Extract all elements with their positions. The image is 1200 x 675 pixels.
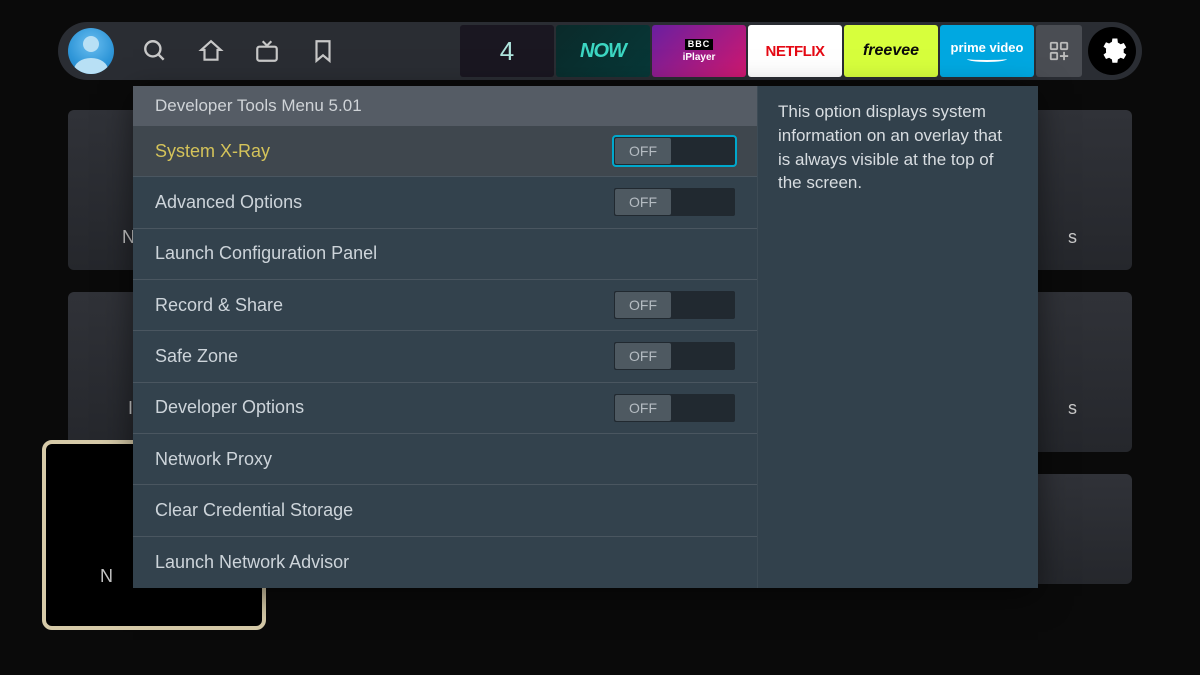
- developer-tools-panel: Developer Tools Menu 5.01 System X-Ray O…: [133, 86, 1038, 588]
- menu-item-advanced-options[interactable]: Advanced Options OFF: [133, 177, 757, 228]
- bg-text: N: [100, 566, 113, 587]
- bg-text: s: [1068, 398, 1077, 419]
- toggle-safe-zone[interactable]: OFF: [614, 342, 735, 370]
- iplayer-brand: BBC: [685, 39, 714, 51]
- app-tile-all-apps[interactable]: [1036, 25, 1082, 77]
- menu-item-label: Record & Share: [155, 295, 283, 316]
- menu-item-label: Launch Network Advisor: [155, 552, 349, 573]
- menu-title: Developer Tools Menu 5.01: [133, 86, 757, 126]
- menu-item-safe-zone[interactable]: Safe Zone OFF: [133, 331, 757, 382]
- menu-item-label: System X-Ray: [155, 141, 270, 162]
- menu-item-label: Developer Options: [155, 397, 304, 418]
- bg-text: s: [1068, 227, 1077, 248]
- iplayer-label: iPlayer: [683, 52, 716, 63]
- menu-item-label: Network Proxy: [155, 449, 272, 470]
- menu-item-record-share[interactable]: Record & Share OFF: [133, 280, 757, 331]
- menu-item-launch-network-advisor[interactable]: Launch Network Advisor: [133, 537, 757, 588]
- settings-icon[interactable]: [1088, 27, 1136, 75]
- app-tile-netflix[interactable]: NETFLIX: [748, 25, 842, 77]
- profile-avatar[interactable]: [68, 28, 114, 74]
- menu-item-developer-options[interactable]: Developer Options OFF: [133, 383, 757, 434]
- prime-label: prime video: [951, 41, 1024, 54]
- prime-smile-icon: [967, 56, 1007, 62]
- toggle-advanced-options[interactable]: OFF: [614, 188, 735, 216]
- app-tile-iplayer[interactable]: BBC iPlayer: [652, 25, 746, 77]
- toggle-state: OFF: [615, 292, 671, 318]
- app-tile-now[interactable]: NOW: [556, 25, 650, 77]
- menu-item-clear-credential-storage[interactable]: Clear Credential Storage: [133, 485, 757, 536]
- app-tile-freevee[interactable]: freevee: [844, 25, 938, 77]
- bookmark-icon[interactable]: [310, 38, 336, 64]
- toggle-system-xray[interactable]: OFF: [614, 137, 735, 165]
- app-tiles-row: 4 NOW BBC iPlayer NETFLIX freevee prime …: [460, 25, 1082, 77]
- app-tile-channel4[interactable]: 4: [460, 25, 554, 77]
- home-icon[interactable]: [198, 38, 224, 64]
- menu-item-label: Advanced Options: [155, 192, 302, 213]
- live-tv-icon[interactable]: [254, 38, 280, 64]
- app-tile-prime[interactable]: prime video: [940, 25, 1034, 77]
- toggle-state: OFF: [615, 395, 671, 421]
- menu-item-system-xray[interactable]: System X-Ray OFF: [133, 126, 757, 177]
- menu-column: Developer Tools Menu 5.01 System X-Ray O…: [133, 86, 757, 588]
- toggle-state: OFF: [615, 138, 671, 164]
- toggle-developer-options[interactable]: OFF: [614, 394, 735, 422]
- description-text: This option displays system information …: [778, 100, 1018, 195]
- menu-item-launch-config-panel[interactable]: Launch Configuration Panel: [133, 229, 757, 280]
- top-navigation: 4 NOW BBC iPlayer NETFLIX freevee prime …: [58, 22, 1142, 80]
- menu-item-label: Launch Configuration Panel: [155, 243, 377, 264]
- search-icon[interactable]: [142, 38, 168, 64]
- menu-item-label: Clear Credential Storage: [155, 500, 353, 521]
- toggle-state: OFF: [615, 343, 671, 369]
- description-panel: This option displays system information …: [757, 86, 1038, 588]
- menu-item-network-proxy[interactable]: Network Proxy: [133, 434, 757, 485]
- toggle-record-share[interactable]: OFF: [614, 291, 735, 319]
- menu-item-label: Safe Zone: [155, 346, 238, 367]
- toggle-state: OFF: [615, 189, 671, 215]
